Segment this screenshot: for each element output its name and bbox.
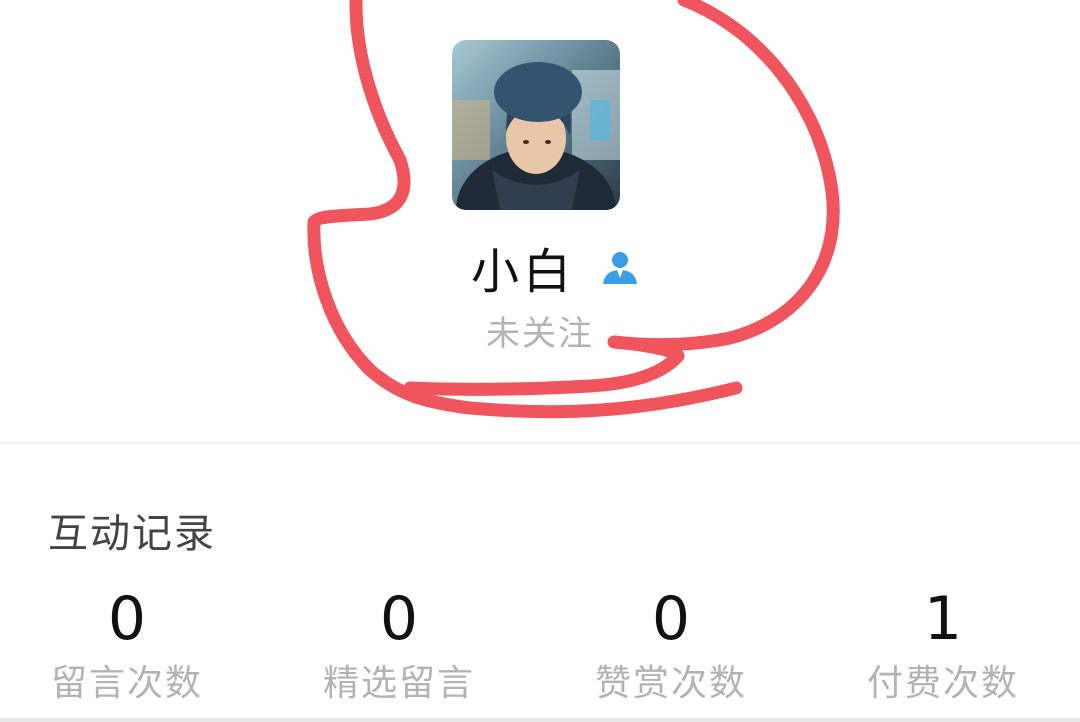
stat-comment-count[interactable]: 0 留言次数 [0, 584, 262, 712]
name-row: 小白 [0, 236, 1080, 300]
stat-value: 1 [923, 584, 963, 654]
stat-featured-comments[interactable]: 0 精选留言 [264, 584, 534, 712]
bottom-divider [0, 718, 1080, 722]
user-name: 小白 [470, 244, 575, 300]
stat-label: 留言次数 [50, 663, 203, 704]
stat-reward-count[interactable]: 0 赞赏次数 [536, 584, 806, 712]
stat-value: 0 [379, 584, 419, 654]
section-title: 互动记录 [48, 511, 216, 557]
profile-header: 小白 未关注 [0, 0, 1080, 442]
avatar-photo [452, 40, 620, 210]
follow-status[interactable]: 未关注 [0, 306, 1080, 355]
stat-label: 付费次数 [866, 663, 1019, 704]
interaction-section: 互动记录 0 留言次数 0 精选留言 0 赞赏次数 1 付费次数 [0, 444, 1080, 722]
stat-value: 0 [107, 584, 147, 654]
user-icon [601, 248, 639, 286]
stat-paid-count[interactable]: 1 付费次数 [808, 584, 1078, 712]
stats-row: 0 留言次数 0 精选留言 0 赞赏次数 1 付费次数 [0, 584, 1080, 714]
stat-value: 0 [651, 584, 691, 654]
avatar[interactable] [452, 40, 620, 210]
stat-label: 赞赏次数 [594, 663, 747, 704]
stat-label: 精选留言 [322, 663, 475, 704]
